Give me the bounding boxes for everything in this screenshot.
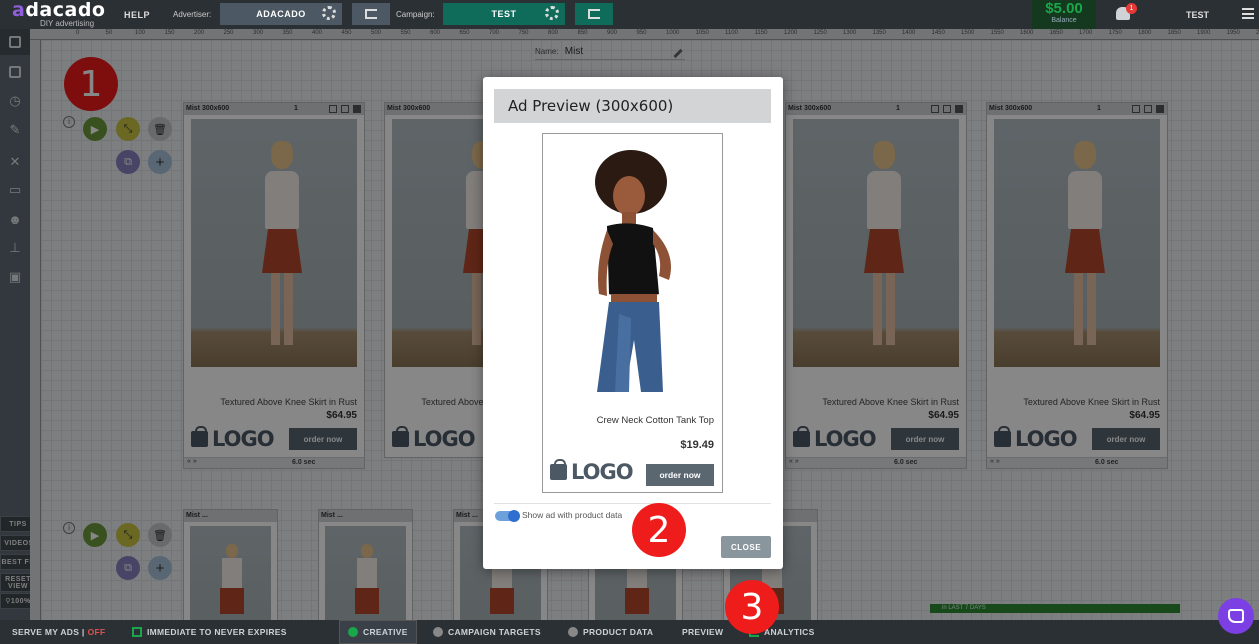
advertiser-tree-button[interactable]	[352, 3, 390, 25]
bag-icon	[550, 459, 567, 480]
product-data-toggle-label: Show ad with product data	[522, 510, 623, 520]
modal-divider	[494, 503, 771, 504]
ad-preview: Crew Neck Cotton Tank Top $19.49 LOGO or…	[542, 133, 723, 493]
product-data-toggle[interactable]	[495, 510, 520, 522]
info-circle-icon	[433, 627, 443, 637]
modal-title: Ad Preview (300x600)	[494, 89, 771, 123]
tab-creative[interactable]: CREATIVE	[339, 620, 417, 644]
ad-preview-modal: Ad Preview (300x600) Crew Neck Cotton Ta…	[483, 77, 783, 569]
check-circle-icon	[348, 627, 358, 637]
ad-order-now-button[interactable]: order now	[646, 464, 714, 486]
calendar-icon	[132, 627, 142, 637]
tab-targets-label: CAMPAIGN TARGETS	[448, 627, 541, 637]
chat-launcher[interactable]	[1218, 598, 1254, 634]
tab-preview-label: PREVIEW	[682, 627, 724, 637]
product-photo	[595, 150, 671, 392]
advertiser-select[interactable]: ADACADO	[220, 3, 342, 25]
brand-logo[interactable]: adacado DIY advertising	[0, 0, 110, 29]
notification-badge: 1	[1126, 3, 1137, 14]
schedule-label: IMMEDIATE TO NEVER EXPIRES	[147, 627, 287, 637]
step-marker-2: 2	[632, 503, 686, 557]
tab-campaign-targets[interactable]: CAMPAIGN TARGETS	[433, 620, 541, 644]
chat-bubble-icon	[1228, 609, 1244, 623]
hierarchy-icon	[365, 9, 377, 19]
advertiser-gear-icon[interactable]	[322, 6, 336, 20]
advertiser-label: Advertiser:	[173, 10, 212, 19]
close-button[interactable]: CLOSE	[721, 536, 771, 558]
balance-display[interactable]: $5.00 Balance	[1032, 0, 1096, 29]
hamburger-menu-icon[interactable]	[1242, 8, 1254, 19]
tab-analytics-label: ANALYTICS	[764, 627, 815, 637]
bottom-bar: SERVE MY ADS | OFF IMMEDIATE TO NEVER EXP…	[0, 620, 1259, 644]
step-marker-3: 3	[725, 580, 779, 634]
serve-state: OFF	[87, 627, 106, 637]
top-bar: adacado DIY advertising HELP Advertiser:…	[0, 0, 1259, 29]
logo-word: LOGO	[571, 460, 634, 484]
campaign-gear-icon[interactable]	[545, 6, 559, 20]
tab-preview[interactable]: PREVIEW	[682, 620, 723, 644]
ad-brand-logo: LOGO	[550, 459, 634, 484]
advertiser-value: ADACADO	[256, 9, 306, 19]
tab-product-data-label: PRODUCT DATA	[583, 627, 654, 637]
user-menu[interactable]: TEST	[1186, 10, 1209, 20]
help-link[interactable]: HELP	[124, 10, 150, 20]
serve-label: SERVE MY ADS |	[12, 627, 85, 637]
tab-creative-label: CREATIVE	[363, 627, 408, 637]
campaign-label: Campaign:	[396, 10, 435, 19]
balance-amount: $5.00	[1045, 0, 1083, 17]
campaign-select[interactable]: TEST	[443, 3, 565, 25]
schedule-button[interactable]: IMMEDIATE TO NEVER EXPIRES	[132, 620, 287, 644]
check-circle-icon	[568, 627, 578, 637]
tab-product-data[interactable]: PRODUCT DATA	[568, 620, 653, 644]
logo-text: adacado	[12, 0, 106, 21]
ad-product-title: Crew Neck Cotton Tank Top	[596, 415, 714, 426]
logo-subtitle: DIY advertising	[40, 18, 95, 28]
campaign-value: TEST	[491, 9, 517, 19]
ad-product-price: $19.49	[680, 439, 714, 451]
balance-label: Balance	[1051, 17, 1077, 24]
hierarchy-icon	[588, 9, 600, 19]
serve-ads-toggle[interactable]: SERVE MY ADS | OFF	[12, 620, 105, 644]
campaign-tree-button[interactable]	[575, 3, 613, 25]
